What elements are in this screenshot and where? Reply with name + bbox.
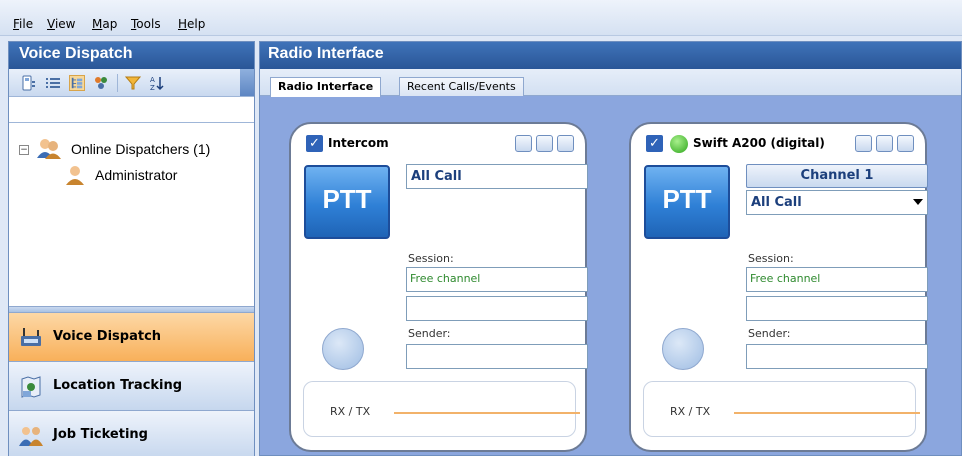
job-ticketing-icon <box>19 427 43 446</box>
session-field: Free channel <box>406 267 588 292</box>
sender-label: Sender: <box>748 327 791 340</box>
group-icon[interactable] <box>93 75 109 91</box>
tab-recent-calls-events[interactable]: Recent Calls/Events <box>399 77 524 96</box>
sender-field <box>406 344 588 369</box>
microphone-icon[interactable] <box>662 328 704 370</box>
speaker-icon[interactable] <box>515 135 532 152</box>
rxtx-level-line <box>734 412 920 414</box>
tab-radio-interface[interactable]: Radio Interface <box>270 77 382 97</box>
intercom-checkbox[interactable]: ✓ <box>306 135 323 152</box>
chevron-down-icon[interactable] <box>913 199 923 205</box>
session-field: Free channel <box>746 267 928 292</box>
nav-voice-dispatch[interactable]: Voice Dispatch <box>9 312 254 361</box>
mute-icon[interactable] <box>536 135 553 152</box>
radio-card-title: Intercom <box>328 136 389 150</box>
toolbar-overflow-button[interactable] <box>240 69 254 96</box>
dispatcher-tree: − Online Dispatchers (1) Administrator <box>9 123 254 313</box>
nav-label: Job Ticketing <box>53 427 148 442</box>
microphone-icon[interactable] <box>322 328 364 370</box>
filter-icon[interactable] <box>125 75 141 91</box>
session-label: Session: <box>408 252 454 265</box>
nav-job-ticketing[interactable]: Job Ticketing <box>9 410 254 456</box>
tree-group-label[interactable]: Online Dispatchers (1) <box>71 141 210 157</box>
menu-map[interactable]: Map <box>92 17 117 31</box>
radio-card-swift-a200: ✓ Swift A200 (digital) PTT Channel 1 All… <box>629 122 928 452</box>
sort-icon[interactable]: AZ <box>149 75 165 91</box>
rxtx-level-line <box>394 412 580 414</box>
tab-strip: Radio Interface Recent Calls/Events <box>260 69 961 97</box>
left-panel-title: Voice Dispatch <box>9 42 254 69</box>
session-detail-field <box>406 296 588 321</box>
svg-text:Z: Z <box>150 84 155 91</box>
channel-button[interactable]: Channel 1 <box>746 164 928 188</box>
target-select-value: All Call <box>751 195 802 210</box>
voice-dispatch-icon <box>21 328 41 346</box>
tree-item-administrator[interactable]: Administrator <box>95 167 177 183</box>
ptt-button[interactable]: PTT <box>644 165 730 239</box>
target-select[interactable]: All Call <box>746 190 928 215</box>
nav-location-tracking[interactable]: Location Tracking <box>9 361 254 410</box>
users-group-icon <box>37 139 61 159</box>
voice-dispatch-panel: Voice Dispatch AZ − Online Dispatchers (… <box>8 41 255 456</box>
device-list-icon[interactable] <box>21 75 37 91</box>
mute-icon[interactable] <box>876 135 893 152</box>
search-input[interactable] <box>9 97 254 123</box>
left-toolbar: AZ <box>9 69 254 97</box>
swift-a200-checkbox[interactable]: ✓ <box>646 135 663 152</box>
ptt-button[interactable]: PTT <box>304 165 390 239</box>
online-status-icon <box>670 135 688 153</box>
menu-bar: File View Map Tools Help <box>0 0 962 36</box>
right-panel-title: Radio Interface <box>260 42 961 69</box>
menu-help[interactable]: Help <box>178 17 205 31</box>
radio-card-title: Swift A200 (digital) <box>693 136 825 150</box>
sender-field <box>746 344 928 369</box>
location-tracking-icon <box>21 376 41 398</box>
disable-icon[interactable] <box>897 135 914 152</box>
radio-interface-panel: Radio Interface Radio Interface Recent C… <box>259 41 962 456</box>
rxtx-label: RX / TX <box>670 405 711 418</box>
speaker-icon[interactable] <box>855 135 872 152</box>
rxtx-meter: RX / TX <box>303 381 580 437</box>
toolbar-separator <box>117 74 118 92</box>
collapse-icon[interactable]: − <box>19 145 29 155</box>
rxtx-meter: RX / TX <box>643 381 920 437</box>
svg-text:A: A <box>150 76 155 84</box>
tree-view-icon[interactable] <box>69 75 85 91</box>
list-view-icon[interactable] <box>45 75 61 91</box>
menu-file[interactable]: File <box>13 17 33 31</box>
session-label: Session: <box>748 252 794 265</box>
radio-card-intercom: ✓ Intercom PTT All Call Session: Free ch… <box>289 122 588 452</box>
nav-label: Voice Dispatch <box>53 329 162 344</box>
disable-icon[interactable] <box>557 135 574 152</box>
sender-label: Sender: <box>408 327 451 340</box>
target-field[interactable]: All Call <box>406 164 588 189</box>
menu-view[interactable]: View <box>47 17 75 31</box>
menu-tools[interactable]: Tools <box>131 17 161 31</box>
session-detail-field <box>746 296 928 321</box>
rxtx-label: RX / TX <box>330 405 371 418</box>
nav-label: Location Tracking <box>53 378 183 393</box>
user-icon <box>66 166 84 185</box>
